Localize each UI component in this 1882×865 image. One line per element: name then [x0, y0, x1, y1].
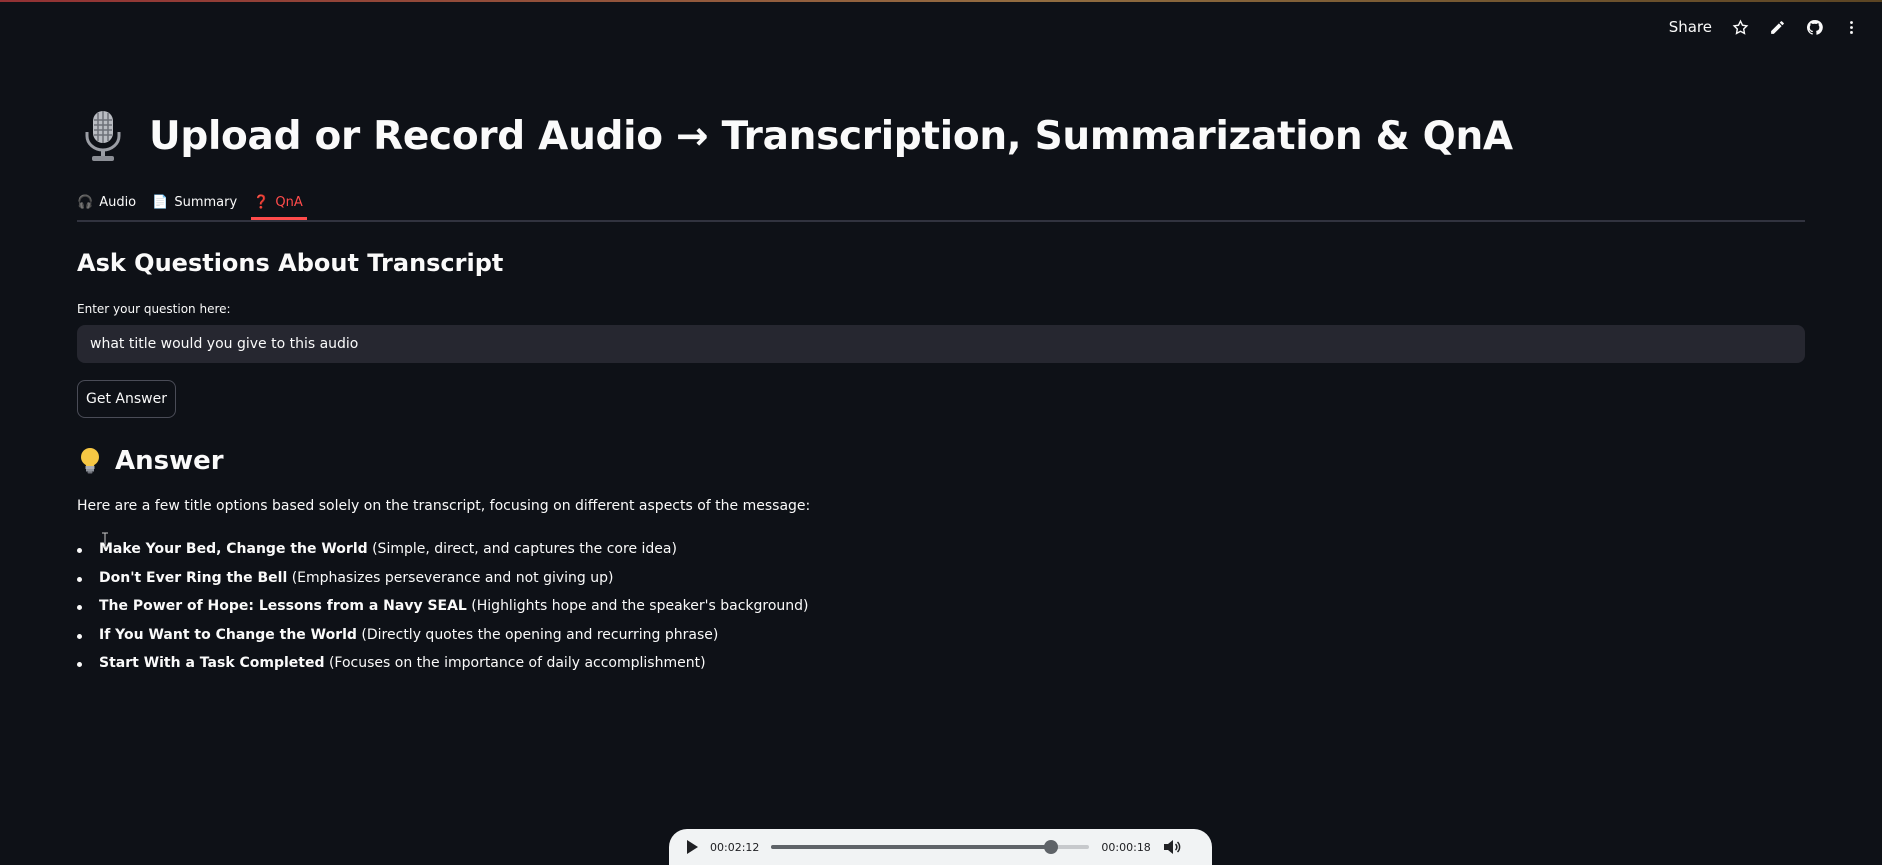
headphones-icon: 🎧 [77, 194, 94, 210]
audio-player[interactable]: 00:02:12 00:00:18 [669, 829, 1212, 865]
remaining-time: 00:00:18 [1101, 840, 1151, 854]
title-note: (Focuses on the importance of daily acco… [328, 655, 706, 671]
list-item: The Power of Hope: Lessons from a Navy S… [77, 592, 809, 621]
list-item: Make Your Bed, Change the World (Simple,… [77, 535, 809, 564]
qna-subheader: Ask Questions About Transcript [77, 249, 504, 277]
seek-bar-fill [771, 845, 1052, 849]
tab-label: Audio [99, 194, 137, 210]
title-note: (Simple, direct, and captures the core i… [372, 541, 677, 557]
get-answer-button[interactable]: Get Answer [77, 380, 176, 418]
title-option: Don't Ever Ring the Bell [99, 569, 288, 586]
microphone-icon [85, 111, 121, 161]
tab-label: QnA [275, 194, 303, 210]
question-input[interactable] [77, 325, 1805, 363]
question-mark-icon: ❓ [253, 194, 270, 210]
title-option: Start With a Task Completed [99, 655, 325, 671]
title-note: (Emphasizes perseverance and not giving … [291, 569, 614, 586]
tab-label: Summary [174, 194, 238, 210]
text-cursor-icon [102, 532, 108, 548]
answer-intro: Here are a few title options based solel… [77, 498, 811, 514]
lightbulb-icon [81, 448, 99, 474]
list-item: Start With a Task Completed (Focuses on … [77, 649, 809, 678]
current-time: 00:02:12 [710, 840, 760, 854]
title-option: The Power of Hope: Lessons from a Navy S… [99, 598, 467, 614]
list-item: If You Want to Change the World (Directl… [77, 621, 809, 650]
github-icon[interactable] [1806, 19, 1823, 36]
list-item: Don't Ever Ring the Bell (Emphasizes per… [77, 564, 809, 593]
tab-summary[interactable]: 📄 Summary [152, 186, 253, 218]
question-input-label: Enter your question here: [77, 302, 231, 316]
answer-heading: Answer [79, 446, 224, 476]
volume-icon[interactable] [1163, 839, 1181, 855]
answer-title: Answer [115, 446, 224, 476]
star-icon[interactable] [1732, 18, 1749, 36]
pencil-icon[interactable] [1769, 19, 1786, 36]
seek-bar[interactable] [771, 840, 1090, 854]
share-button[interactable]: Share [1669, 18, 1712, 36]
app-toolbar: Share [1669, 14, 1860, 40]
title-note: (Highlights hope and the speaker's backg… [471, 598, 809, 614]
answer-list: Make Your Bed, Change the World (Simple,… [77, 535, 809, 678]
title-option: Make Your Bed, Change the World [99, 541, 368, 557]
kebab-menu-icon[interactable] [1843, 19, 1860, 36]
page-title: Upload or Record Audio → Transcription, … [149, 113, 1513, 159]
top-decoration-line [0, 0, 1882, 2]
play-icon[interactable] [687, 840, 698, 854]
seek-handle[interactable] [1044, 840, 1059, 854]
document-icon: 📄 [152, 194, 169, 210]
tab-audio[interactable]: 🎧 Audio [77, 186, 152, 218]
tab-qna[interactable]: ❓ QnA [251, 186, 319, 220]
page-header: Upload or Record Audio → Transcription, … [79, 108, 1513, 164]
title-option: If You Want to Change the World [99, 626, 357, 643]
title-note: (Directly quotes the opening and recurri… [361, 626, 719, 643]
tab-bar: 🎧 Audio 📄 Summary ❓ QnA [77, 186, 1805, 222]
